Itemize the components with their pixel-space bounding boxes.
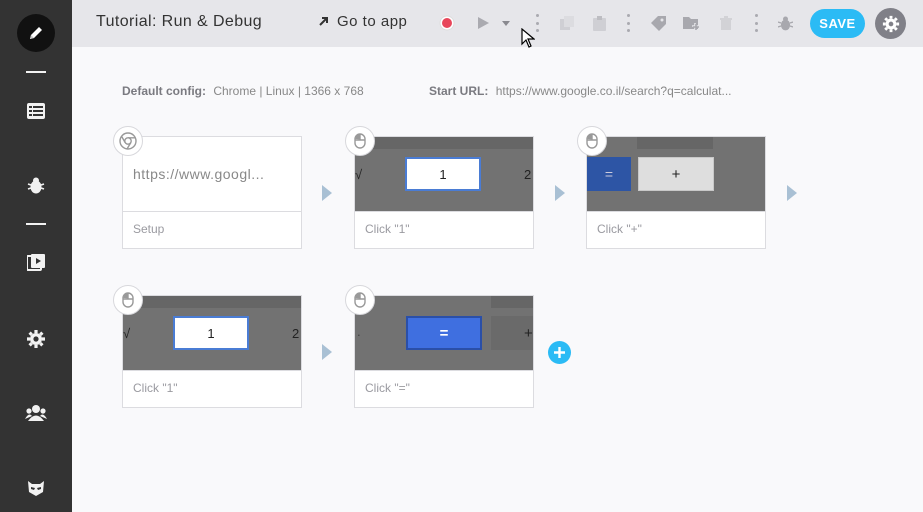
setup-url: https://www.googl... bbox=[133, 166, 265, 182]
sidebar-item-settings[interactable] bbox=[0, 321, 72, 357]
step-thumbnail: https://www.googl... bbox=[123, 137, 301, 211]
more-options-button[interactable] bbox=[753, 14, 759, 32]
debug-button[interactable] bbox=[776, 14, 794, 32]
step-card-setup[interactable]: https://www.googl... Setup bbox=[122, 136, 302, 249]
step-type-badge bbox=[113, 126, 143, 156]
play-library-icon bbox=[27, 254, 45, 271]
step-thumbnail: √ 1 2 bbox=[123, 296, 301, 370]
copy-icon bbox=[560, 16, 574, 30]
delete-button[interactable] bbox=[717, 14, 735, 32]
start-url: Start URL: https://www.google.co.il/sear… bbox=[429, 84, 731, 98]
sidebar-divider bbox=[26, 223, 46, 225]
gear-icon bbox=[27, 330, 45, 348]
step-card[interactable]: √ 1 2 Click "1" bbox=[354, 136, 534, 249]
bug-icon bbox=[777, 16, 793, 30]
bug-icon bbox=[27, 177, 45, 194]
step-label: Click "=" bbox=[365, 381, 410, 395]
sidebar bbox=[0, 0, 72, 512]
folder-add-icon bbox=[682, 17, 699, 30]
step-card[interactable]: √ 1 2 Click "1" bbox=[122, 295, 302, 408]
sidebar-item-tests[interactable] bbox=[0, 93, 72, 129]
flow-arrow bbox=[322, 185, 332, 201]
trash-icon bbox=[720, 16, 732, 30]
flow-arrow bbox=[555, 185, 565, 201]
step-type-badge bbox=[113, 285, 143, 315]
settings-button[interactable] bbox=[875, 8, 906, 39]
go-to-app-label: Go to app bbox=[337, 13, 408, 30]
start-url-value[interactable]: https://www.google.co.il/search?q=calcul… bbox=[496, 84, 732, 98]
tag-icon bbox=[650, 15, 666, 31]
mouse-icon bbox=[354, 133, 366, 149]
step-label: Click "1" bbox=[133, 381, 178, 395]
step-label: Click "+" bbox=[597, 222, 642, 236]
move-to-folder-button[interactable] bbox=[682, 14, 700, 32]
more-options-button[interactable] bbox=[625, 14, 631, 32]
mouse-icon bbox=[122, 292, 134, 308]
step-card[interactable]: . = + Click "=" bbox=[354, 295, 534, 408]
play-options-dropdown[interactable] bbox=[499, 14, 513, 32]
play-icon bbox=[478, 17, 489, 29]
step-thumbnail: . = + bbox=[355, 296, 533, 370]
chrome-icon bbox=[119, 132, 137, 150]
flow-arrow bbox=[322, 344, 332, 360]
play-button[interactable] bbox=[474, 14, 492, 32]
gear-icon bbox=[882, 15, 899, 32]
save-button[interactable]: SAVE bbox=[810, 9, 865, 38]
sidebar-item-team[interactable] bbox=[0, 395, 72, 431]
arrow-up-right-icon bbox=[319, 17, 328, 26]
step-type-badge bbox=[345, 285, 375, 315]
sidebar-item-runs[interactable] bbox=[0, 245, 72, 281]
paste-button[interactable] bbox=[590, 14, 608, 32]
caret-down-icon bbox=[502, 20, 510, 26]
mouse-cursor-icon bbox=[521, 28, 535, 48]
edit-button[interactable] bbox=[0, 14, 72, 52]
sidebar-divider bbox=[26, 71, 46, 73]
step-type-badge bbox=[345, 126, 375, 156]
step-thumbnail: = + bbox=[587, 137, 765, 211]
step-card[interactable]: = + Click "+" bbox=[586, 136, 766, 249]
record-icon bbox=[439, 15, 455, 31]
record-button[interactable] bbox=[438, 14, 456, 32]
step-label: Setup bbox=[133, 222, 165, 236]
clipboard-icon bbox=[592, 15, 606, 31]
step-type-badge bbox=[577, 126, 607, 156]
go-to-app-link[interactable]: Go to app bbox=[318, 13, 407, 30]
page-title: Tutorial: Run & Debug bbox=[96, 13, 263, 30]
tag-button[interactable] bbox=[649, 14, 667, 32]
mask-logo-icon bbox=[28, 481, 44, 496]
sidebar-item-account[interactable] bbox=[0, 470, 72, 506]
start-url-label: Start URL: bbox=[429, 84, 489, 98]
pencil-icon bbox=[30, 27, 42, 39]
step-thumbnail: √ 1 2 bbox=[355, 137, 533, 211]
add-step-button[interactable] bbox=[548, 341, 571, 364]
sidebar-item-debug[interactable] bbox=[0, 168, 72, 204]
flow-arrow bbox=[787, 185, 797, 201]
default-config-value[interactable]: Chrome | Linux | 1366 x 768 bbox=[213, 84, 363, 98]
step-label: Click "1" bbox=[365, 222, 410, 236]
default-config: Default config: Chrome | Linux | 1366 x … bbox=[122, 84, 364, 98]
list-icon bbox=[27, 103, 45, 119]
toolbar: Tutorial: Run & Debug Go to app SAVE bbox=[72, 0, 923, 47]
users-icon bbox=[25, 405, 47, 421]
plus-icon bbox=[554, 347, 565, 358]
default-config-label: Default config: bbox=[122, 84, 206, 98]
mouse-icon bbox=[354, 292, 366, 308]
copy-button[interactable] bbox=[558, 14, 576, 32]
mouse-icon bbox=[586, 133, 598, 149]
